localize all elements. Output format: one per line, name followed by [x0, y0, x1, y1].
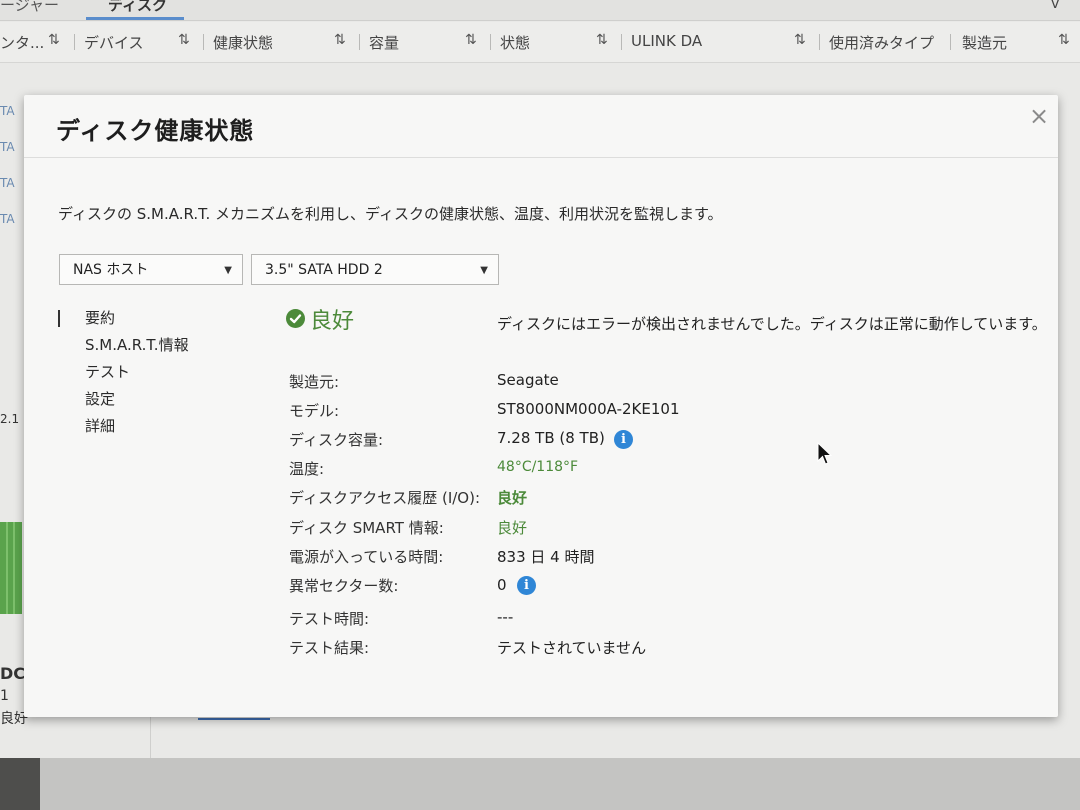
test-result-label: テスト結果: [289, 639, 370, 657]
chevron-down-icon: ▼ [480, 265, 488, 276]
nav-item-test[interactable]: テスト [85, 361, 130, 382]
nav-item-details[interactable]: 詳細 [85, 415, 115, 436]
sort-icon[interactable]: ⇅ [794, 32, 806, 48]
column-divider [359, 34, 360, 50]
nav-item-summary[interactable]: 要約 [85, 307, 115, 328]
column-divider [490, 34, 491, 50]
value-fragment: 2.1 [0, 412, 20, 426]
chevron-down-icon: ▼ [224, 265, 232, 276]
disk-select[interactable]: 3.5" SATA HDD 2 ▼ [251, 254, 499, 285]
smart-info-label: ディスク SMART 情報: [289, 519, 444, 537]
column-header-health[interactable]: 健康状態 [213, 32, 273, 53]
bad-sectors-label: 異常セクター数: [289, 577, 399, 595]
model-value: ST8000NM000A-2KE101 [497, 400, 680, 418]
column-header-manufacturer[interactable]: 製造元 [962, 32, 1007, 53]
disk-select-value: 3.5" SATA HDD 2 [265, 262, 383, 278]
monitor-bezel [0, 758, 1080, 810]
host-select[interactable]: NAS ホスト ▼ [59, 254, 243, 285]
manufacturer-value: Seagate [497, 371, 559, 389]
column-header-status[interactable]: 状態 [500, 32, 530, 53]
column-divider [621, 34, 622, 50]
row-fragment: TA [0, 104, 15, 118]
row-fragment: TA [0, 140, 15, 154]
filter-icon[interactable]: ᐁ [1050, 0, 1060, 12]
panel-divider [150, 712, 151, 758]
temperature-value: 48°C/118°F [497, 459, 579, 475]
health-status-text: 良好 [310, 309, 355, 334]
sort-icon[interactable]: ⇅ [178, 32, 190, 48]
sort-icon[interactable]: ⇅ [596, 32, 608, 48]
io-history-label: ディスクアクセス履歴 (I/O): [289, 489, 481, 507]
active-tab-indicator [86, 17, 184, 20]
nav-active-indicator [58, 310, 60, 327]
test-time-label: テスト時間: [289, 610, 370, 628]
mouse-cursor-icon [817, 441, 833, 470]
close-button[interactable]: × [1026, 103, 1052, 129]
row-fragment: TA [0, 212, 15, 226]
check-circle-icon [286, 309, 305, 328]
sort-icon[interactable]: ⇅ [1058, 32, 1070, 48]
device-count-fragment: 1 [0, 688, 9, 704]
power-on-label: 電源が入っている時間: [289, 548, 444, 566]
smart-info-value: 良好 [497, 519, 528, 537]
dialog-title: ディスク健康状態 [56, 117, 255, 145]
capacity-label: ディスク容量: [289, 431, 384, 449]
nav-item-settings[interactable]: 設定 [85, 388, 115, 409]
column-divider [950, 34, 951, 50]
capacity-value: 7.28 TB (8 TB) [497, 429, 605, 447]
bad-sectors-value: 0 [497, 576, 507, 594]
tab-manager[interactable]: ージャー [0, 0, 59, 15]
column-divider [819, 34, 820, 50]
title-divider [24, 157, 1058, 158]
column-divider [203, 34, 204, 50]
column-header-enclosure[interactable]: ンタ... [0, 32, 44, 53]
capacity-bar-fragment [0, 522, 22, 614]
sort-icon[interactable]: ⇅ [334, 32, 346, 48]
monitor-bezel-edge [0, 758, 40, 810]
host-select-value: NAS ホスト [73, 262, 149, 278]
model-label: モデル: [289, 402, 340, 420]
info-icon[interactable]: i [614, 430, 633, 449]
dialog-description: ディスクの S.M.A.R.T. メカニズムを利用し、ディスクの健康状態、温度、… [58, 205, 723, 223]
column-header-device[interactable]: デバイス [84, 32, 144, 53]
row-fragment: TA [0, 176, 15, 190]
manufacturer-label: 製造元: [289, 373, 340, 391]
test-result-value: テストされていません [497, 639, 647, 657]
health-status-message: ディスクにはエラーが検出されませんでした。ディスクは正常に動作しています。 [497, 315, 1047, 333]
column-header-ulink[interactable]: ULINK DA [631, 32, 702, 50]
sort-icon[interactable]: ⇅ [48, 32, 60, 48]
background-tab-bar: ージャー ディスク ᐁ [0, 0, 1080, 21]
test-time-value: --- [497, 608, 514, 626]
temperature-label: 温度: [289, 460, 325, 478]
column-header-used-type[interactable]: 使用済みタイプ [829, 32, 934, 53]
io-history-value: 良好 [497, 489, 528, 507]
disk-health-dialog: ディスク健康状態 × ディスクの S.M.A.R.T. メカニズムを利用し、ディ… [24, 95, 1058, 717]
info-icon[interactable]: i [517, 576, 536, 595]
tab-disk[interactable]: ディスク [108, 0, 167, 15]
power-on-value: 833 日 4 時間 [497, 548, 595, 566]
sort-icon[interactable]: ⇅ [465, 32, 477, 48]
column-divider [74, 34, 75, 50]
column-header-capacity[interactable]: 容量 [369, 32, 399, 53]
nav-item-smart-info[interactable]: S.M.A.R.T.情報 [85, 334, 189, 355]
device-name-fragment: DC [0, 664, 26, 683]
